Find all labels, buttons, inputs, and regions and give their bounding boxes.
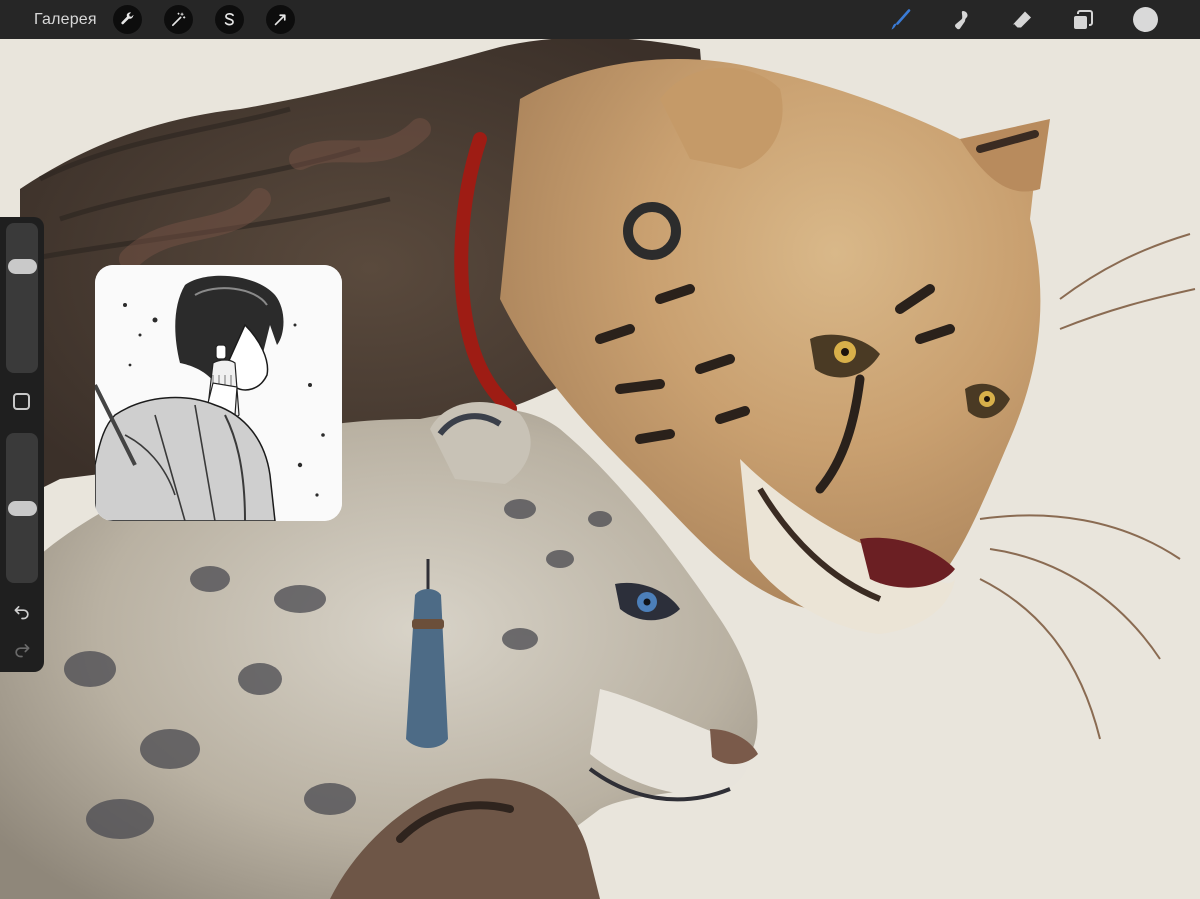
smudge-tool-button[interactable] [947,6,974,33]
eraser-icon [1012,11,1031,29]
color-picker-button[interactable] [1133,7,1158,32]
transform-button[interactable] [266,5,295,34]
brush-icon [891,8,910,29]
eraser-tool-button[interactable] [1008,6,1035,33]
arrow-cursor-icon [274,14,286,26]
redo-button[interactable] [10,638,34,660]
layers-icon [1073,9,1093,29]
manga-character-reference [95,265,342,521]
undo-icon [14,606,29,620]
smudge-icon [954,10,967,29]
gallery-button[interactable]: Галерея [34,10,97,30]
layers-button[interactable] [1069,6,1096,33]
actions-button[interactable] [113,5,142,34]
opacity-handle[interactable] [8,500,37,516]
selection-button[interactable] [215,5,244,34]
undo-button[interactable] [10,600,34,622]
brush-size-handle[interactable] [8,258,37,274]
brush-tool-button[interactable] [886,6,913,33]
wrench-icon [121,12,134,25]
left-sidebar [0,217,44,672]
magic-wand-icon [171,12,186,27]
selection-s-icon [224,12,234,26]
adjustments-button[interactable] [164,5,193,34]
redo-icon [15,644,30,658]
reference-image-window[interactable] [95,265,342,521]
top-toolbar: Галерея [0,0,1200,39]
opacity-slider[interactable] [6,433,38,583]
brush-size-slider[interactable] [6,223,38,373]
square-modify-icon[interactable] [13,393,30,410]
